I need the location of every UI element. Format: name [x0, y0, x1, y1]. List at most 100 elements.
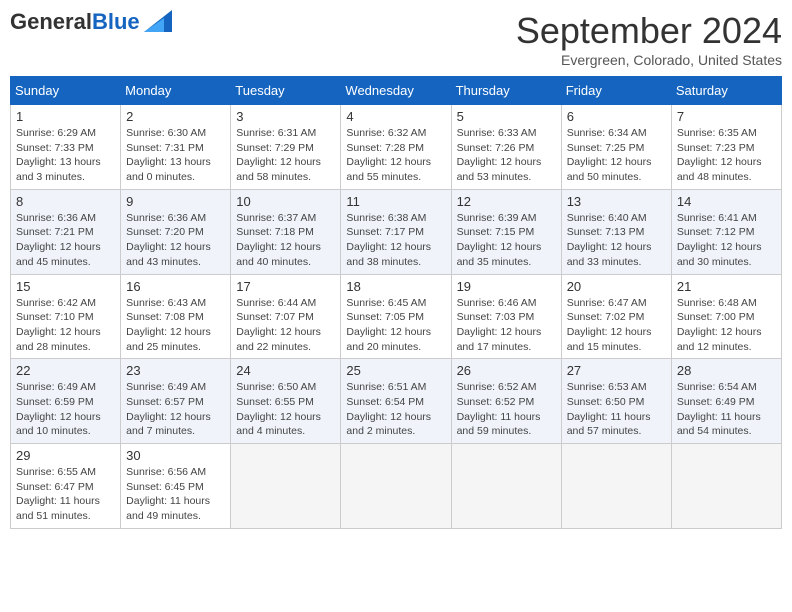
day-number: 19 — [457, 279, 556, 294]
calendar-cell: 10 Sunrise: 6:37 AM Sunset: 7:18 PM Dayli… — [231, 189, 341, 274]
calendar-cell — [671, 444, 781, 529]
calendar-cell: 17 Sunrise: 6:44 AM Sunset: 7:07 PM Dayli… — [231, 274, 341, 359]
day-info: Sunrise: 6:30 AM Sunset: 7:31 PM Dayligh… — [126, 126, 225, 185]
calendar-cell — [341, 444, 451, 529]
day-number: 28 — [677, 363, 776, 378]
calendar-cell: 1 Sunrise: 6:29 AM Sunset: 7:33 PM Daylig… — [11, 105, 121, 190]
day-number: 29 — [16, 448, 115, 463]
logo-icon — [144, 10, 172, 32]
day-number: 26 — [457, 363, 556, 378]
calendar-week-row: 22Sunrise: 6:49 AM Sunset: 6:59 PM Dayli… — [11, 359, 782, 444]
calendar-cell: 4 Sunrise: 6:32 AM Sunset: 7:28 PM Daylig… — [341, 105, 451, 190]
day-info: Sunrise: 6:56 AM Sunset: 6:45 PM Dayligh… — [126, 465, 225, 524]
day-number: 8 — [16, 194, 115, 209]
day-number: 6 — [567, 109, 666, 124]
day-info: Sunrise: 6:32 AM Sunset: 7:28 PM Dayligh… — [346, 126, 445, 185]
day-number: 18 — [346, 279, 445, 294]
calendar-week-row: 1 Sunrise: 6:29 AM Sunset: 7:33 PM Daylig… — [11, 105, 782, 190]
day-info: Sunrise: 6:36 AM Sunset: 7:21 PM Dayligh… — [16, 211, 115, 270]
calendar-cell: 20Sunrise: 6:47 AM Sunset: 7:02 PM Dayli… — [561, 274, 671, 359]
logo-general: General — [10, 9, 92, 34]
day-info: Sunrise: 6:43 AM Sunset: 7:08 PM Dayligh… — [126, 296, 225, 355]
calendar-cell: 28 Sunrise: 6:54 AM Sunset: 6:49 PM Dayli… — [671, 359, 781, 444]
month-title: September 2024 — [516, 10, 782, 52]
day-info: Sunrise: 6:55 AM Sunset: 6:47 PM Dayligh… — [16, 465, 115, 524]
day-number: 7 — [677, 109, 776, 124]
calendar-cell: 12Sunrise: 6:39 AM Sunset: 7:15 PM Dayli… — [451, 189, 561, 274]
day-number: 20 — [567, 279, 666, 294]
day-info: Sunrise: 6:50 AM Sunset: 6:55 PM Dayligh… — [236, 380, 335, 439]
calendar-cell: 15 Sunrise: 6:42 AM Sunset: 7:10 PM Dayli… — [11, 274, 121, 359]
day-info: Sunrise: 6:54 AM Sunset: 6:49 PM Dayligh… — [677, 380, 776, 439]
day-number: 1 — [16, 109, 115, 124]
day-info: Sunrise: 6:37 AM Sunset: 7:18 PM Dayligh… — [236, 211, 335, 270]
day-number: 15 — [16, 279, 115, 294]
day-number: 25 — [346, 363, 445, 378]
calendar-cell — [231, 444, 341, 529]
calendar-cell: 27 Sunrise: 6:53 AM Sunset: 6:50 PM Dayli… — [561, 359, 671, 444]
day-number: 5 — [457, 109, 556, 124]
weekday-header: Friday — [561, 77, 671, 105]
calendar-cell: 5Sunrise: 6:33 AM Sunset: 7:26 PM Daylig… — [451, 105, 561, 190]
calendar-cell: 23 Sunrise: 6:49 AM Sunset: 6:57 PM Dayli… — [121, 359, 231, 444]
day-info: Sunrise: 6:40 AM Sunset: 7:13 PM Dayligh… — [567, 211, 666, 270]
logo-blue: Blue — [92, 9, 140, 34]
day-info: Sunrise: 6:29 AM Sunset: 7:33 PM Dayligh… — [16, 126, 115, 185]
calendar-cell: 25Sunrise: 6:51 AM Sunset: 6:54 PM Dayli… — [341, 359, 451, 444]
day-number: 21 — [677, 279, 776, 294]
calendar-cell: 3Sunrise: 6:31 AM Sunset: 7:29 PM Daylig… — [231, 105, 341, 190]
day-number: 10 — [236, 194, 335, 209]
weekday-header: Saturday — [671, 77, 781, 105]
logo: GeneralBlue — [10, 10, 172, 34]
calendar-cell: 21Sunrise: 6:48 AM Sunset: 7:00 PM Dayli… — [671, 274, 781, 359]
calendar-cell: 22Sunrise: 6:49 AM Sunset: 6:59 PM Dayli… — [11, 359, 121, 444]
day-number: 2 — [126, 109, 225, 124]
weekday-header: Monday — [121, 77, 231, 105]
calendar-table: SundayMondayTuesdayWednesdayThursdayFrid… — [10, 76, 782, 529]
calendar-cell — [451, 444, 561, 529]
day-info: Sunrise: 6:49 AM Sunset: 6:57 PM Dayligh… — [126, 380, 225, 439]
day-number: 14 — [677, 194, 776, 209]
weekday-header: Thursday — [451, 77, 561, 105]
day-number: 24 — [236, 363, 335, 378]
calendar-cell: 7 Sunrise: 6:35 AM Sunset: 7:23 PM Daylig… — [671, 105, 781, 190]
day-number: 17 — [236, 279, 335, 294]
day-info: Sunrise: 6:34 AM Sunset: 7:25 PM Dayligh… — [567, 126, 666, 185]
calendar-week-row: 15 Sunrise: 6:42 AM Sunset: 7:10 PM Dayli… — [11, 274, 782, 359]
weekday-header: Tuesday — [231, 77, 341, 105]
day-info: Sunrise: 6:41 AM Sunset: 7:12 PM Dayligh… — [677, 211, 776, 270]
calendar-week-row: 29 Sunrise: 6:55 AM Sunset: 6:47 PM Dayli… — [11, 444, 782, 529]
calendar-cell: 30Sunrise: 6:56 AM Sunset: 6:45 PM Dayli… — [121, 444, 231, 529]
day-info: Sunrise: 6:31 AM Sunset: 7:29 PM Dayligh… — [236, 126, 335, 185]
calendar-cell: 8 Sunrise: 6:36 AM Sunset: 7:21 PM Daylig… — [11, 189, 121, 274]
calendar-cell: 6 Sunrise: 6:34 AM Sunset: 7:25 PM Daylig… — [561, 105, 671, 190]
title-area: September 2024 Evergreen, Colorado, Unit… — [516, 10, 782, 68]
calendar-cell: 14 Sunrise: 6:41 AM Sunset: 7:12 PM Dayli… — [671, 189, 781, 274]
weekday-header: Sunday — [11, 77, 121, 105]
calendar-cell: 24 Sunrise: 6:50 AM Sunset: 6:55 PM Dayli… — [231, 359, 341, 444]
day-info: Sunrise: 6:49 AM Sunset: 6:59 PM Dayligh… — [16, 380, 115, 439]
calendar-cell: 9 Sunrise: 6:36 AM Sunset: 7:20 PM Daylig… — [121, 189, 231, 274]
calendar-cell: 29 Sunrise: 6:55 AM Sunset: 6:47 PM Dayli… — [11, 444, 121, 529]
day-info: Sunrise: 6:36 AM Sunset: 7:20 PM Dayligh… — [126, 211, 225, 270]
day-number: 16 — [126, 279, 225, 294]
day-number: 9 — [126, 194, 225, 209]
calendar-cell: 2 Sunrise: 6:30 AM Sunset: 7:31 PM Daylig… — [121, 105, 231, 190]
day-info: Sunrise: 6:42 AM Sunset: 7:10 PM Dayligh… — [16, 296, 115, 355]
day-info: Sunrise: 6:53 AM Sunset: 6:50 PM Dayligh… — [567, 380, 666, 439]
day-info: Sunrise: 6:35 AM Sunset: 7:23 PM Dayligh… — [677, 126, 776, 185]
calendar-cell: 16 Sunrise: 6:43 AM Sunset: 7:08 PM Dayli… — [121, 274, 231, 359]
day-number: 11 — [346, 194, 445, 209]
day-number: 13 — [567, 194, 666, 209]
day-info: Sunrise: 6:52 AM Sunset: 6:52 PM Dayligh… — [457, 380, 556, 439]
day-number: 23 — [126, 363, 225, 378]
day-info: Sunrise: 6:46 AM Sunset: 7:03 PM Dayligh… — [457, 296, 556, 355]
weekday-header-row: SundayMondayTuesdayWednesdayThursdayFrid… — [11, 77, 782, 105]
day-number: 27 — [567, 363, 666, 378]
calendar-cell — [561, 444, 671, 529]
day-number: 4 — [346, 109, 445, 124]
calendar-week-row: 8 Sunrise: 6:36 AM Sunset: 7:21 PM Daylig… — [11, 189, 782, 274]
calendar-cell: 19 Sunrise: 6:46 AM Sunset: 7:03 PM Dayli… — [451, 274, 561, 359]
day-number: 12 — [457, 194, 556, 209]
day-info: Sunrise: 6:44 AM Sunset: 7:07 PM Dayligh… — [236, 296, 335, 355]
